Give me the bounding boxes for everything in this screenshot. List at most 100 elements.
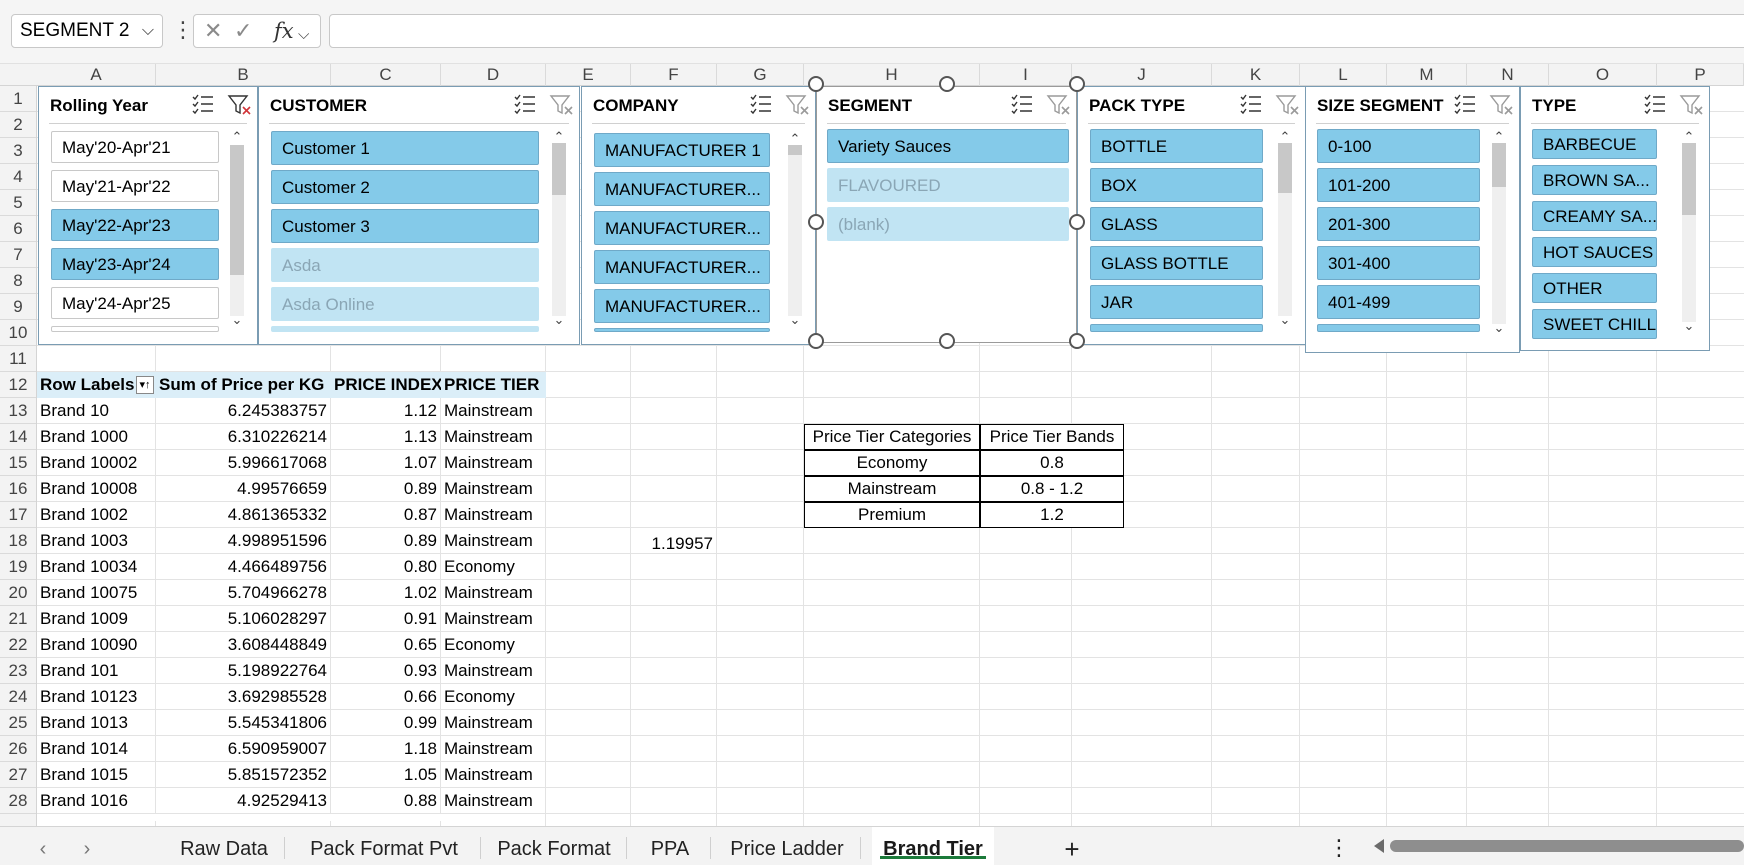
scroll-thumb[interactable] [1492,143,1506,187]
multi-select-icon[interactable] [513,93,537,115]
row-header-12[interactable]: 12 [0,372,36,398]
sum-price-per-kg-header[interactable]: Sum of Price per KG [156,372,331,398]
enter-icon[interactable]: ✓ [234,19,252,43]
slicer-item[interactable]: Variety Sauces [827,129,1069,163]
row-header-18[interactable]: 18 [0,528,36,554]
brand-label[interactable]: Brand 1013 [37,710,156,736]
clear-filter-icon[interactable] [227,93,253,115]
sheet-tab-pack-format-pvt[interactable]: Pack Format Pvt [290,827,478,865]
price-per-kg-value[interactable]: 5.545341806 [156,710,331,736]
price-index-value[interactable]: 1.18 [331,736,441,762]
chevron-down-icon[interactable]: ⌵ [298,23,309,47]
clear-filter-icon[interactable] [549,93,575,115]
scroll-left-icon[interactable] [1374,839,1384,853]
column-header-i[interactable]: I [980,64,1072,86]
scroll-thumb[interactable] [1682,143,1696,215]
slicer-item[interactable]: Asda [271,248,539,282]
row-header-15[interactable]: 15 [0,450,36,476]
column-header-g[interactable]: G [717,64,804,86]
slicer-item[interactable]: HOT SAUCES [1532,237,1657,267]
resize-handle[interactable] [1069,213,1085,230]
row-labels-header[interactable]: Row Labels ▾↑ [37,372,156,398]
chevron-down-icon[interactable]: ⌵ [142,15,154,47]
resize-handle[interactable] [808,333,824,349]
slicer-item[interactable]: GLASS [1090,207,1263,241]
chevron-down-icon[interactable]: ⌄ [1489,320,1509,336]
column-header-m[interactable]: M [1387,64,1467,86]
resize-handle[interactable] [938,333,955,349]
slicer-item[interactable]: CREAMY SA... [1532,201,1657,231]
row-header-1[interactable]: 1 [0,86,36,112]
slicer-item[interactable]: BARBECUE [1532,129,1657,159]
slicer-item[interactable]: May'22-Apr'23 [51,209,219,241]
more-options-icon[interactable]: ⋮ [172,18,194,42]
formula-input[interactable] [329,14,1744,48]
row-header-24[interactable]: 24 [0,684,36,710]
chevron-down-icon[interactable]: ⌄ [1679,318,1699,334]
column-header-p[interactable]: P [1657,64,1744,86]
row-header-5[interactable]: 5 [0,190,36,216]
price-tier-value[interactable]: Mainstream [441,788,546,814]
slicer-item-partial[interactable] [594,328,770,332]
slicer-item[interactable]: Customer 2 [271,170,539,204]
price-index-header[interactable]: PRICE INDEX [331,372,441,398]
slicer-item-partial[interactable] [271,326,539,332]
multi-select-icon[interactable] [1010,93,1034,115]
brand-label[interactable]: Brand 10 [37,398,156,424]
multi-select-icon[interactable] [1239,93,1263,115]
slicer-item[interactable]: 101-200 [1317,168,1480,202]
price-index-value[interactable]: 0.66 [331,684,441,710]
row-header-2[interactable]: 2 [0,112,36,138]
row-header-8[interactable]: 8 [0,268,36,294]
column-header-d[interactable]: D [441,64,546,86]
slicer-item-partial[interactable] [51,326,219,332]
row-header-11[interactable]: 11 [0,346,36,372]
brand-label[interactable]: Brand 1000 [37,424,156,450]
slicer-item[interactable]: MANUFACTURER... [594,172,770,206]
slicer-item[interactable]: MANUFACTURER... [594,211,770,245]
multi-select-icon[interactable] [1643,93,1667,115]
price-tier-value[interactable]: Mainstream [441,424,546,450]
row-header-4[interactable]: 4 [0,164,36,190]
row-header-9[interactable]: 9 [0,294,36,320]
slicer-item[interactable]: Customer 3 [271,209,539,243]
price-per-kg-value[interactable]: 5.106028297 [156,606,331,632]
row-header-22[interactable]: 22 [0,632,36,658]
brand-label[interactable]: Brand 10090 [37,632,156,658]
chevron-down-icon[interactable]: ⌄ [549,312,569,328]
price-per-kg-value[interactable]: 6.590959007 [156,736,331,762]
price-per-kg-value[interactable]: 5.198922764 [156,658,331,684]
add-sheet-button[interactable]: + [1052,827,1092,865]
slicer-scrollbar[interactable]: ⌃ ⌄ [785,131,805,332]
row-header-25[interactable]: 25 [0,710,36,736]
slicer-item[interactable]: May'21-Apr'22 [51,170,219,202]
price-tier-value[interactable]: Mainstream [441,398,546,424]
brand-label[interactable]: Brand 10075 [37,580,156,606]
multi-select-icon[interactable] [749,93,773,115]
row-header-28[interactable]: 28 [0,788,36,814]
price-index-value[interactable]: 1.07 [331,450,441,476]
price-tier-value[interactable]: Economy [441,684,546,710]
price-index-value[interactable]: 0.89 [331,528,441,554]
scroll-thumb[interactable] [230,145,244,275]
slicer-item[interactable]: MANUFACTURER 1 [594,133,770,167]
brand-label[interactable]: Brand 101 [37,658,156,684]
row-header-20[interactable]: 20 [0,580,36,606]
brand-label[interactable]: Brand 10034 [37,554,156,580]
row-header-19[interactable]: 19 [0,554,36,580]
brand-label[interactable]: Brand 1016 [37,788,156,814]
row-header-21[interactable]: 21 [0,606,36,632]
slicer-scrollbar[interactable]: ⌃ ⌄ [549,129,569,332]
brand-label[interactable]: Brand 10008 [37,476,156,502]
brand-label[interactable]: Brand 10123 [37,684,156,710]
price-tier-value[interactable]: Mainstream [441,450,546,476]
price-tier-header[interactable]: PRICE TIER [441,372,546,398]
clear-filter-icon[interactable] [1489,93,1515,115]
price-index-value[interactable]: 0.89 [331,476,441,502]
resize-handle[interactable] [808,213,824,230]
column-header-n[interactable]: N [1467,64,1549,86]
price-tier-value[interactable]: Mainstream [441,528,546,554]
more-options-icon[interactable]: ⋮ [1326,827,1352,865]
brand-label[interactable]: Brand 1015 [37,762,156,788]
price-tier-value[interactable]: Mainstream [441,580,546,606]
